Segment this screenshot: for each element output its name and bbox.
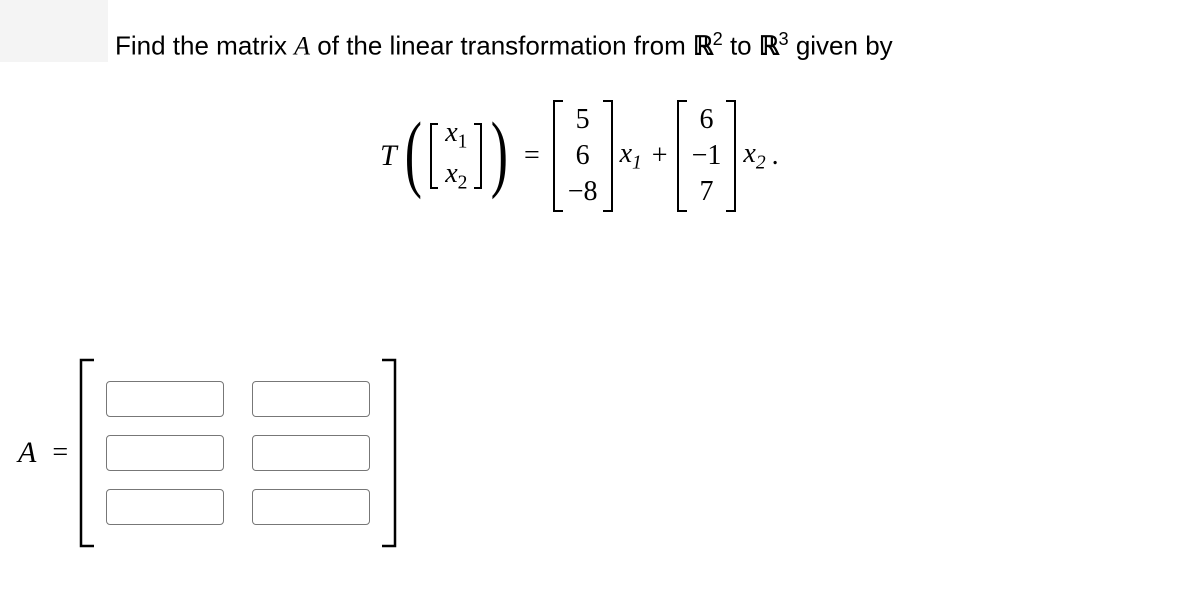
left-bracket-icon — [552, 100, 564, 212]
plus-sign: + — [652, 140, 668, 172]
answer-matrix — [78, 358, 398, 548]
x2-var: x — [445, 158, 457, 189]
answer-equals: = — [52, 437, 68, 469]
highlight-box — [0, 0, 108, 62]
rparen: ) — [491, 122, 508, 182]
left-bracket-icon — [78, 358, 96, 548]
prompt-text: Find the matrix — [115, 31, 294, 61]
col2-r2: −1 — [692, 138, 722, 174]
left-bracket-icon — [676, 100, 688, 212]
matrix-input-r2c1[interactable] — [106, 435, 224, 471]
prompt-to: to — [723, 31, 759, 61]
matrix-input-r3c1[interactable] — [106, 489, 224, 525]
col2-r1: 6 — [693, 102, 719, 138]
left-bracket-icon — [429, 123, 439, 189]
input-vector: x1 x2 — [429, 115, 483, 196]
transformation-equation: T ( x1 x2 ) = 5 6 −8 x1 + 6 −1 7 x2. — [380, 100, 779, 212]
x2-sub: 2 — [458, 173, 468, 194]
col1-r1: 5 — [570, 102, 596, 138]
prompt-text2: of the linear transformation from — [310, 31, 693, 61]
right-bracket-icon — [380, 358, 398, 548]
x1-scalar-sub: 1 — [632, 152, 642, 173]
matrix-A-symbol: A — [294, 32, 310, 61]
equals-sign: = — [524, 140, 540, 172]
right-bracket-icon — [725, 100, 737, 212]
exp-3: 3 — [778, 29, 788, 49]
answer-A-symbol: A — [18, 436, 36, 470]
col2-r3: 7 — [693, 174, 719, 210]
matrix-input-r1c1[interactable] — [106, 381, 224, 417]
problem-prompt: Find the matrix A of the linear transfor… — [115, 28, 893, 63]
period: . — [772, 140, 779, 172]
column-vector-2: 6 −1 7 — [676, 100, 738, 212]
right-bracket-icon — [602, 100, 614, 212]
x1-scalar: x — [620, 138, 632, 169]
matrix-input-r1c2[interactable] — [252, 381, 370, 417]
T-symbol: T — [380, 139, 397, 173]
prompt-given: given by — [789, 31, 893, 61]
x1-var: x — [445, 117, 457, 148]
x1-sub: 1 — [458, 132, 468, 153]
col1-r3: −8 — [568, 174, 598, 210]
col1-r2: 6 — [570, 138, 596, 174]
right-bracket-icon — [473, 123, 483, 189]
x2-scalar-sub: 2 — [756, 152, 766, 173]
real-R3: ℝ — [759, 32, 779, 61]
answer-block: A = — [18, 358, 398, 548]
real-R2: ℝ — [693, 32, 713, 61]
x2-scalar: x — [743, 138, 755, 169]
matrix-input-r2c2[interactable] — [252, 435, 370, 471]
lparen: ( — [404, 122, 421, 182]
exp-2: 2 — [713, 29, 723, 49]
column-vector-1: 5 6 −8 — [552, 100, 614, 212]
matrix-input-r3c2[interactable] — [252, 489, 370, 525]
